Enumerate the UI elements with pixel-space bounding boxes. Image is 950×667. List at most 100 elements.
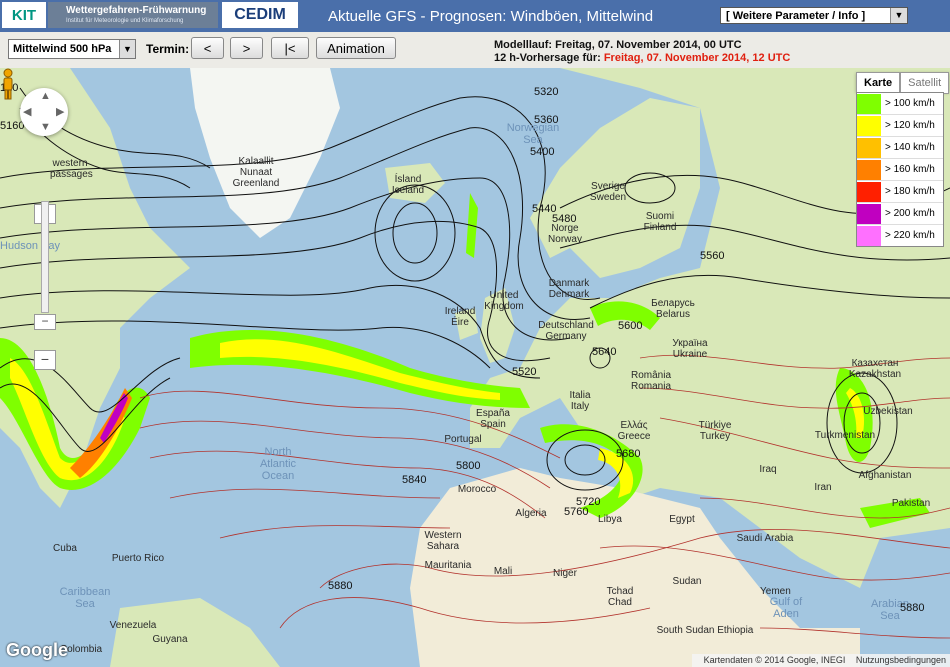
label-sudan: Sudan bbox=[672, 576, 702, 587]
label-libya: Libya bbox=[598, 514, 622, 525]
label-afghanistan: Afghanistan bbox=[858, 470, 912, 481]
label-chad: Tchad Chad bbox=[606, 586, 634, 608]
label-uk: United Kingdom bbox=[484, 290, 524, 312]
legend-swatch bbox=[857, 225, 881, 246]
next-button[interactable]: > bbox=[230, 37, 263, 59]
parameter-select-value: [ Weitere Parameter / Info ] bbox=[726, 10, 866, 22]
contour-label: 5800 bbox=[456, 460, 481, 472]
label-norway: Norge Norway bbox=[548, 223, 582, 245]
contour-label: 5880 bbox=[900, 602, 925, 614]
label-puerto-rico: Puerto Rico bbox=[111, 553, 165, 564]
label-egypt: Egypt bbox=[669, 514, 695, 525]
pegman-icon[interactable] bbox=[0, 68, 16, 100]
map-canvas[interactable]: Kalaallit Nunaat Greenland Ísland Icelan… bbox=[0, 68, 950, 667]
contour-label: 5880 bbox=[328, 580, 353, 592]
contour-label: 5400 bbox=[530, 146, 555, 158]
legend-row: > 160 km/h bbox=[857, 159, 943, 181]
legend-row: > 220 km/h bbox=[857, 225, 943, 246]
page-title: Aktuelle GFS - Prognosen: Windböen, Mitt… bbox=[328, 8, 654, 25]
contour-label: 5600 bbox=[618, 320, 643, 332]
legend-label: > 100 km/h bbox=[885, 98, 935, 109]
label-kazakhstan: Казахстан Kazakhstan bbox=[848, 358, 902, 380]
label-ethiopia: South Sudan Ethiopia bbox=[656, 625, 754, 636]
google-logo[interactable]: Google bbox=[6, 640, 68, 661]
label-niger: Niger bbox=[553, 568, 577, 579]
label-iraq: Iraq bbox=[759, 464, 777, 475]
legend-row: > 120 km/h bbox=[857, 115, 943, 137]
banner-title: Wettergefahren-Frühwarnung bbox=[66, 5, 207, 16]
chevron-down-icon: ▼ bbox=[119, 40, 135, 58]
pan-right-icon[interactable]: ▶ bbox=[56, 105, 64, 118]
label-italia: Italia Italy bbox=[569, 390, 591, 412]
label-finland: Suomi Finland bbox=[643, 211, 677, 233]
label-western-sahara: Western Sahara bbox=[424, 530, 462, 552]
animation-button[interactable]: Animation bbox=[316, 37, 396, 59]
pan-control[interactable]: ▲ ▼ ◀ ▶ bbox=[20, 88, 68, 136]
legend-swatch bbox=[857, 137, 881, 158]
label-uzbekistan: Uzbekistan bbox=[863, 406, 913, 417]
legend-swatch bbox=[857, 93, 881, 114]
map-type-control: Karte Satellit bbox=[856, 72, 950, 94]
level-select-value: Mittelwind 500 hPa bbox=[13, 43, 112, 55]
wind-legend: > 100 km/h > 120 km/h > 140 km/h > 160 k… bbox=[856, 92, 944, 247]
legend-label: > 200 km/h bbox=[885, 208, 935, 219]
map-type-satellit[interactable]: Satellit bbox=[900, 72, 950, 94]
forecast-time-text: 12 h-Vorhersage für: Freitag, 07. Novemb… bbox=[494, 52, 790, 64]
legend-swatch bbox=[857, 181, 881, 202]
termin-label: Termin: bbox=[146, 42, 190, 56]
label-turkmenistan: Turkmenistan bbox=[814, 430, 876, 441]
attribution-data: Kartendaten © 2014 Google, INEGI bbox=[703, 655, 846, 665]
label-hudson-bay: Hudson Bay bbox=[0, 240, 60, 252]
label-gulf-of-aden: Gulf of Aden bbox=[769, 596, 803, 620]
legend-label: > 120 km/h bbox=[885, 120, 935, 131]
forecast-time: Freitag, 07. November 2014, 12 UTC bbox=[603, 52, 791, 64]
label-western-passages: western passages bbox=[50, 158, 93, 180]
label-morocco: Morocco bbox=[457, 484, 497, 495]
parameter-select[interactable]: [ Weitere Parameter / Info ] ▼ bbox=[720, 7, 908, 24]
level-select[interactable]: Mittelwind 500 hPa ▼ bbox=[8, 39, 136, 59]
pan-down-icon[interactable]: ▼ bbox=[40, 121, 51, 133]
model-run-text: Modelllauf: Freitag, 07. November 2014, … bbox=[494, 39, 742, 51]
contour-label: 5640 bbox=[592, 346, 617, 358]
label-iceland: Ísland Iceland bbox=[391, 174, 425, 196]
forecast-prefix: 12 h-Vorhersage für: bbox=[494, 52, 604, 64]
label-portugal: Portugal bbox=[444, 434, 482, 445]
label-saudi: Saudi Arabia bbox=[736, 533, 794, 544]
land-greenland bbox=[190, 68, 340, 238]
cedim-logo[interactable]: CEDIM bbox=[222, 2, 298, 28]
label-sweden: Sverige Sweden bbox=[589, 181, 627, 203]
toolbar: Mittelwind 500 hPa ▼ Termin: < > |< Anim… bbox=[0, 32, 950, 69]
label-iran: Iran bbox=[814, 482, 832, 493]
prev-button[interactable]: < bbox=[191, 37, 224, 59]
map-attribution: Kartendaten © 2014 Google, INEGI Nutzung… bbox=[691, 654, 950, 667]
contour-label: 5760 bbox=[564, 506, 589, 518]
legend-row: > 140 km/h bbox=[857, 137, 943, 159]
legend-label: > 140 km/h bbox=[885, 142, 935, 153]
map-type-karte[interactable]: Karte bbox=[856, 72, 901, 94]
terms-link[interactable]: Nutzungsbedingungen bbox=[856, 655, 946, 665]
label-romania: România Romania bbox=[630, 370, 672, 392]
zoom-handle[interactable]: − bbox=[34, 314, 56, 330]
legend-swatch bbox=[857, 203, 881, 224]
label-belarus: Беларусь Belarus bbox=[651, 298, 695, 320]
label-turkiye: Türkiye Turkey bbox=[698, 420, 732, 442]
label-mali: Mali bbox=[493, 566, 513, 577]
zoom-slider[interactable] bbox=[41, 201, 49, 313]
first-button[interactable]: |< bbox=[271, 37, 309, 59]
contour-label: 5360 bbox=[534, 114, 559, 126]
label-ireland: Ireland Éire bbox=[444, 306, 476, 328]
banner-subtitle: Institut für Meteorologie und Klimaforsc… bbox=[66, 18, 184, 24]
label-caribbean: Caribbean Sea bbox=[59, 586, 111, 610]
wetter-banner-logo[interactable]: Wettergefahren-Frühwarnung Institut für … bbox=[48, 2, 218, 28]
legend-row: > 200 km/h bbox=[857, 203, 943, 225]
label-venezuela: Venezuela bbox=[109, 620, 157, 631]
pan-left-icon[interactable]: ◀ bbox=[23, 105, 31, 118]
kit-logo[interactable]: KIT bbox=[2, 2, 46, 28]
label-greece: Ελλάς Greece bbox=[617, 420, 651, 442]
zoom-out-button[interactable]: − bbox=[34, 350, 56, 370]
contour-label: 5840 bbox=[402, 474, 427, 486]
contour-label: 5160 bbox=[0, 120, 25, 132]
label-north-atlantic: North Atlantic Ocean bbox=[259, 446, 297, 482]
legend-label: > 220 km/h bbox=[885, 230, 935, 241]
pan-up-icon[interactable]: ▲ bbox=[40, 90, 51, 102]
